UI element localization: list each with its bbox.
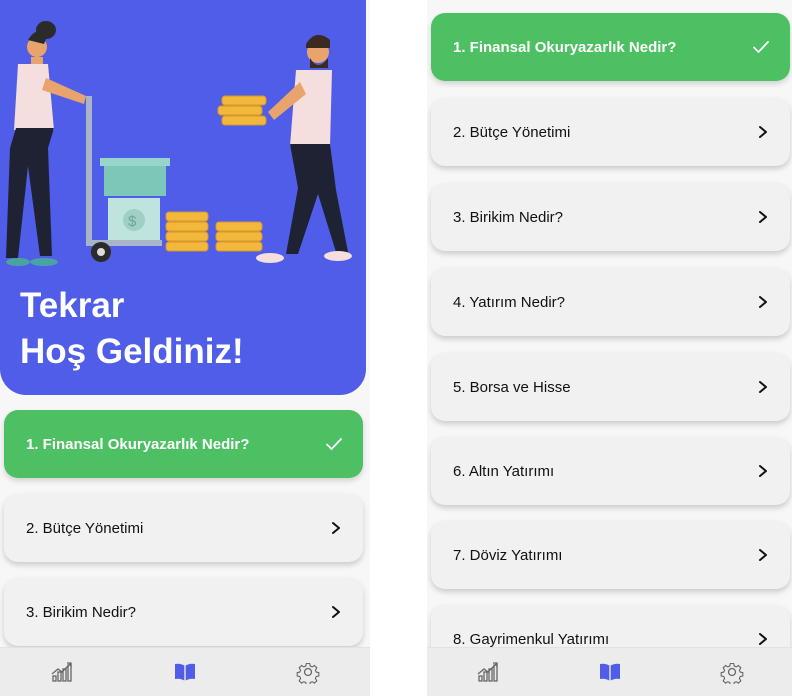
chevron-right-icon [759,633,767,645]
gear-icon [296,662,320,684]
lesson-label: 7. Döviz Yatırımı [453,546,563,564]
lessons-screen: 1. Finansal Okuryazarlık Nedir? 2. Bütçe… [427,0,792,696]
lesson-card-3[interactable]: 3. Birikim Nedir? [431,183,790,251]
lesson-card-4[interactable]: 4. Yatırım Nedir? [431,268,790,336]
lesson-label: 1. Finansal Okuryazarlık Nedir? [453,38,677,56]
lesson-card-6[interactable]: 6. Altın Yatırımı [431,437,790,505]
chart-growth-icon [477,662,498,682]
gear-icon [720,662,744,684]
check-icon [326,438,342,450]
lesson-card-5[interactable]: 5. Borsa ve Hisse [431,353,790,421]
lesson-card-2[interactable]: 2. Bütçe Yönetimi [431,98,790,166]
home-screen: $ Tekrar Hoş Geldiniz! 1. Finansal Okury… [0,0,370,696]
welcome-title-line-2: Hoş Geldiniz! [20,332,244,371]
lesson-label: 3. Birikim Nedir? [26,603,137,621]
lesson-label: 2. Bütçe Yönetimi [26,519,144,537]
lesson-label: 2. Bütçe Yönetimi [453,123,571,141]
chevron-right-icon [759,549,767,561]
welcome-title-line-1: Tekrar [20,286,125,325]
check-icon [753,41,769,53]
lesson-label: 6. Altın Yatırımı [453,462,555,480]
lesson-card-3[interactable]: 3. Birikim Nedir? [4,578,363,646]
nav-lessons-button[interactable] [590,652,630,692]
book-icon [600,663,620,681]
welcome-title: Tekrar Hoş Geldiniz! [20,283,244,375]
book-icon [174,663,195,681]
welcome-hero: $ Tekrar Hoş Geldiniz! [0,0,366,395]
lesson-label: 4. Yatırım Nedir? [453,293,565,311]
chevron-right-icon [759,465,767,477]
lesson-label: 1. Finansal Okuryazarlık Nedir? [26,435,250,453]
bottom-nav [0,647,370,696]
chart-growth-icon [51,662,72,682]
lesson-card-1[interactable]: 1. Finansal Okuryazarlık Nedir? [4,410,363,478]
chevron-right-icon [759,296,767,308]
lesson-label: 8. Gayrimenkul Yatırımı [453,630,610,648]
lesson-label: 5. Borsa ve Hisse [453,378,571,396]
nav-settings-button[interactable] [288,652,328,692]
chevron-right-icon [332,606,340,618]
lesson-card-7[interactable]: 7. Döviz Yatırımı [431,521,790,589]
lesson-card-1[interactable]: 1. Finansal Okuryazarlık Nedir? [431,13,790,81]
lesson-card-2[interactable]: 2. Bütçe Yönetimi [4,494,363,562]
lesson-label: 3. Birikim Nedir? [453,208,564,226]
nav-lessons-button[interactable] [165,652,205,692]
svg-text:$: $ [128,213,137,230]
finance-illustration: $ [6,21,352,266]
chevron-right-icon [759,211,767,223]
nav-settings-button[interactable] [712,652,752,692]
nav-progress-button[interactable] [42,652,82,692]
chevron-right-icon [759,126,767,138]
chevron-right-icon [332,522,340,534]
nav-progress-button[interactable] [468,652,508,692]
chevron-right-icon [759,381,767,393]
bottom-nav [427,647,792,696]
